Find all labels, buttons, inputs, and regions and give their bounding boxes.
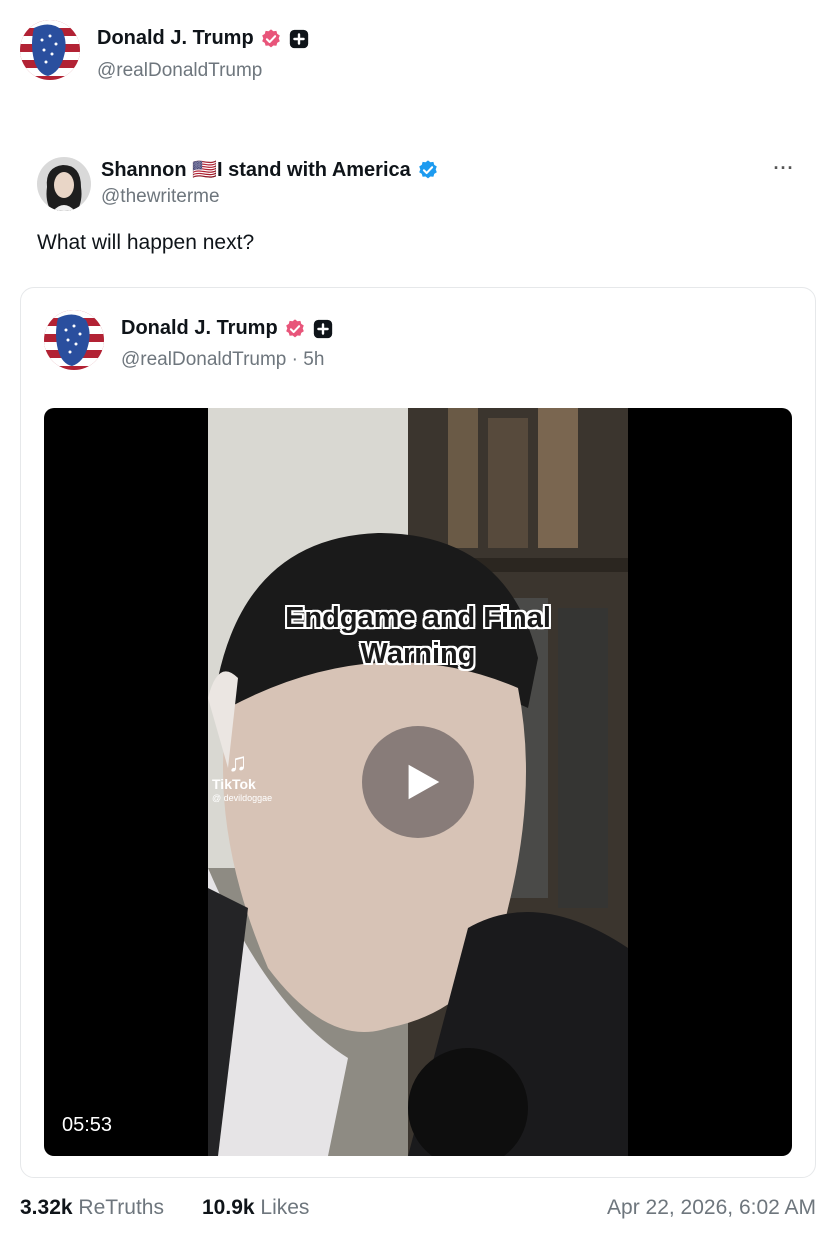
verified-badge-icon <box>284 318 306 340</box>
tiktok-watermark-name: TikTok <box>212 776 256 792</box>
author-handle[interactable]: @realDonaldTrump <box>97 60 262 82</box>
retruth-name-text[interactable]: Shannon 🇺🇸I stand with America <box>101 157 411 182</box>
author-avatar[interactable] <box>20 20 80 80</box>
tiktok-watermark-user: @ devildoggae <box>212 793 273 803</box>
play-icon <box>408 764 440 800</box>
play-button[interactable] <box>362 726 474 838</box>
video-duration: 05:53 <box>62 1114 113 1136</box>
retruth-handle[interactable]: @thewriterme <box>101 186 220 208</box>
likes-label: Likes <box>260 1196 310 1219</box>
video-overlay-line1: Endgame and Final <box>285 602 551 634</box>
author-name[interactable]: Donald J. Trump <box>97 27 310 50</box>
likes-stat[interactable]: 10.9k Likes <box>202 1196 309 1220</box>
quoted-author-name[interactable]: Donald J. Trump <box>121 317 334 340</box>
verified-badge-icon <box>260 28 282 50</box>
plus-badge-icon <box>312 318 334 340</box>
video-overlay-title: Endgame and Final Warning <box>208 600 628 672</box>
tiktok-logo-icon: ♫ <box>228 747 248 777</box>
verified-badge-icon <box>417 159 439 181</box>
video-player[interactable]: Endgame and Final Warning ♫ TikTok @ dev… <box>44 408 792 1156</box>
retruth-name[interactable]: Shannon 🇺🇸I stand with America <box>101 157 439 182</box>
post-timestamp[interactable]: Apr 22, 2026, 6:02 AM <box>607 1196 816 1220</box>
post-text: What will happen next? <box>37 231 255 254</box>
quoted-author-handle-time[interactable]: @realDonaldTrump · 5h <box>121 349 324 371</box>
retruth-avatar[interactable] <box>37 157 91 211</box>
author-name-text[interactable]: Donald J. Trump <box>97 27 254 50</box>
more-options-button[interactable]: ··· <box>772 158 796 178</box>
plus-badge-icon <box>288 28 310 50</box>
retruths-label: ReTruths <box>78 1196 164 1219</box>
quoted-author-name-text[interactable]: Donald J. Trump <box>121 317 278 340</box>
tiktok-watermark: ♫ TikTok @ devildoggae <box>212 748 272 804</box>
quoted-author-avatar[interactable] <box>44 310 104 370</box>
video-overlay-line2: Warning <box>360 638 476 670</box>
retruths-stat[interactable]: 3.32k ReTruths <box>20 1196 164 1220</box>
likes-count: 10.9k <box>202 1196 255 1219</box>
retruths-count: 3.32k <box>20 1196 73 1219</box>
